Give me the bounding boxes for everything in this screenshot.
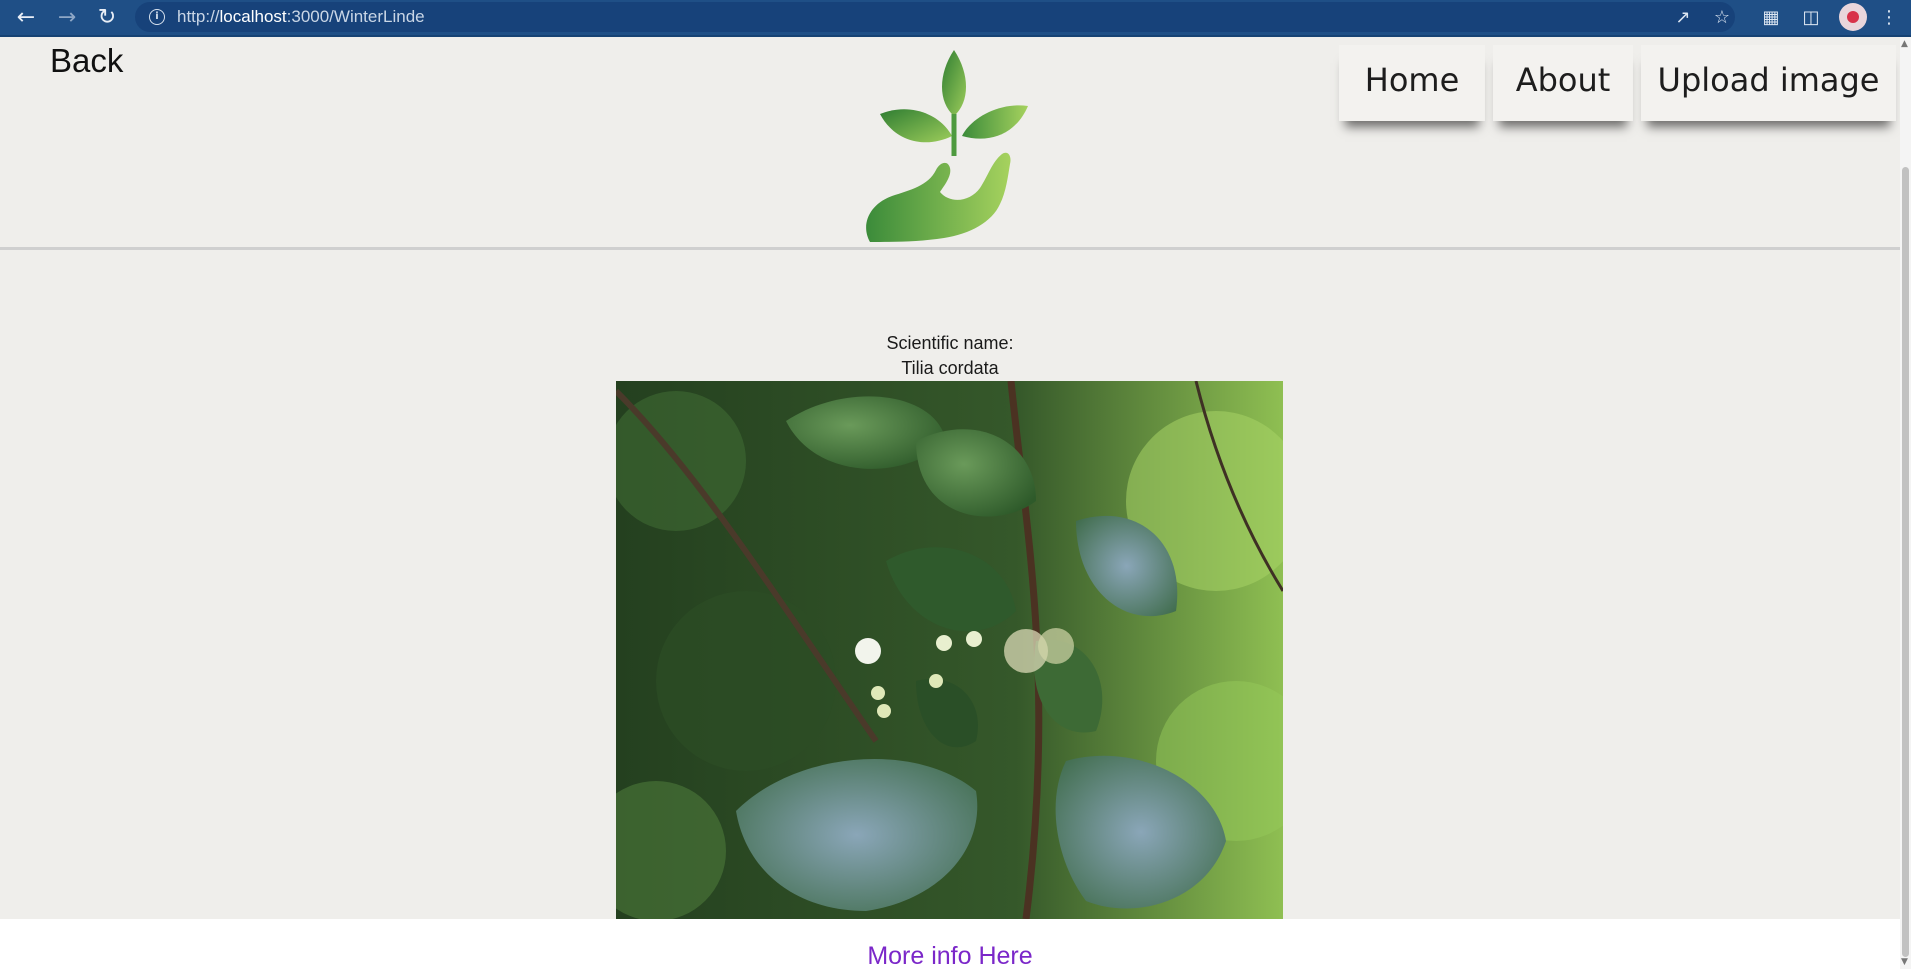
logo-icon: [866, 50, 1028, 242]
extensions-puzzle-icon[interactable]: ▦: [1758, 5, 1784, 31]
site-info-icon[interactable]: i: [149, 9, 165, 25]
url-host: localhost: [219, 7, 287, 26]
plant-hand-logo: [840, 44, 1060, 254]
nav-home-button[interactable]: Home: [1339, 45, 1485, 121]
profile-avatar-icon[interactable]: [1839, 3, 1867, 31]
address-bar[interactable]: i http://localhost:3000/WinterLinde: [135, 2, 1735, 32]
nav-upload-image-button[interactable]: Upload image: [1641, 45, 1896, 121]
scrollbar-thumb[interactable]: [1902, 167, 1909, 957]
nav-about-button[interactable]: About: [1493, 45, 1633, 121]
forward-arrow-icon[interactable]: →: [55, 6, 79, 30]
share-icon[interactable]: ↗: [1670, 5, 1696, 31]
scientific-name-heading: Scientific name:: [886, 333, 1014, 353]
side-panel-icon[interactable]: ◫: [1798, 5, 1824, 31]
reload-icon[interactable]: ↻: [95, 6, 119, 30]
scroll-down-arrow-icon[interactable]: ▼: [1901, 957, 1908, 967]
back-link[interactable]: Back: [50, 42, 123, 80]
url-text[interactable]: http://localhost:3000/WinterLinde: [177, 7, 425, 27]
bookmark-star-icon[interactable]: ☆: [1709, 5, 1735, 31]
menu-dots-icon[interactable]: ⋮: [1880, 5, 1898, 31]
scroll-up-arrow-icon[interactable]: ▲: [1901, 39, 1908, 49]
plant-photo: [616, 381, 1283, 919]
plant-photo-image: [616, 381, 1283, 919]
url-path: :3000/WinterLinde: [286, 7, 425, 26]
browser-toolbar: ← → ↻ i http://localhost:3000/WinterLind…: [0, 0, 1911, 37]
back-arrow-icon[interactable]: ←: [14, 6, 38, 30]
page-scrollbar[interactable]: ▲ ▼: [1900, 37, 1911, 969]
url-scheme: http://: [177, 7, 220, 26]
header-divider: [0, 247, 1900, 250]
scientific-name-value: Tilia cordata: [901, 358, 999, 378]
more-info-link[interactable]: More info Here: [0, 942, 1900, 969]
